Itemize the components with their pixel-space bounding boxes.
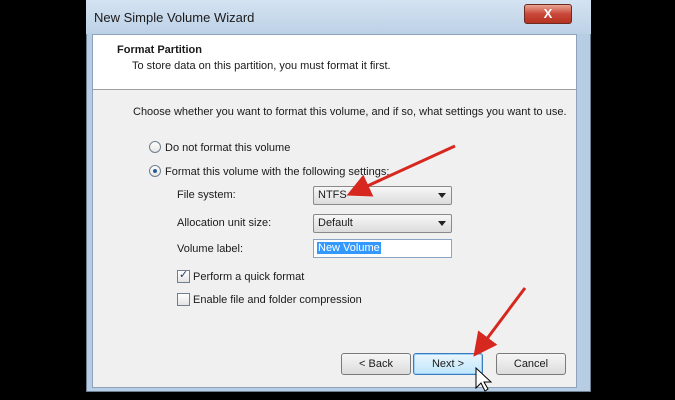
quick-format-label[interactable]: Perform a quick format [193,271,304,283]
page-title: Format Partition [117,44,202,56]
allocation-unit-label: Allocation unit size: [177,217,272,229]
compression-checkbox[interactable] [177,293,190,306]
radio-do-not-format-label[interactable]: Do not format this volume [165,142,290,154]
close-button[interactable]: X [524,4,572,24]
cancel-button[interactable]: Cancel [496,353,566,375]
back-button[interactable]: < Back [341,353,411,375]
allocation-unit-value: Default [318,217,353,229]
file-system-label: File system: [177,189,236,201]
volume-label-input[interactable]: New Volume [313,239,452,258]
next-button[interactable]: Next > [413,353,483,375]
wizard-window: New Simple Volume Wizard X Format Partit… [86,0,591,392]
title-bar[interactable]: New Simple Volume Wizard X [86,0,591,34]
allocation-unit-dropdown[interactable]: Default [313,214,452,233]
chevron-down-icon [438,221,446,226]
quick-format-checkbox[interactable] [177,268,190,283]
chevron-down-icon [438,193,446,198]
radio-format-volume-label[interactable]: Format this volume with the following se… [165,166,389,178]
file-system-value: NTFS [318,189,347,201]
wizard-content: Format Partition To store data on this p… [92,34,577,388]
volume-label-value: New Volume [317,242,381,254]
window-title: New Simple Volume Wizard [94,10,255,25]
file-system-dropdown[interactable]: NTFS [313,186,452,205]
page-subtitle: To store data on this partition, you mus… [132,60,391,72]
radio-format-volume[interactable] [149,165,161,177]
instruction-text: Choose whether you want to format this v… [133,106,567,118]
volume-label-label: Volume label: [177,243,244,255]
radio-do-not-format[interactable] [149,141,161,153]
wizard-header: Format Partition To store data on this p… [93,35,576,90]
compression-label[interactable]: Enable file and folder compression [193,294,362,306]
